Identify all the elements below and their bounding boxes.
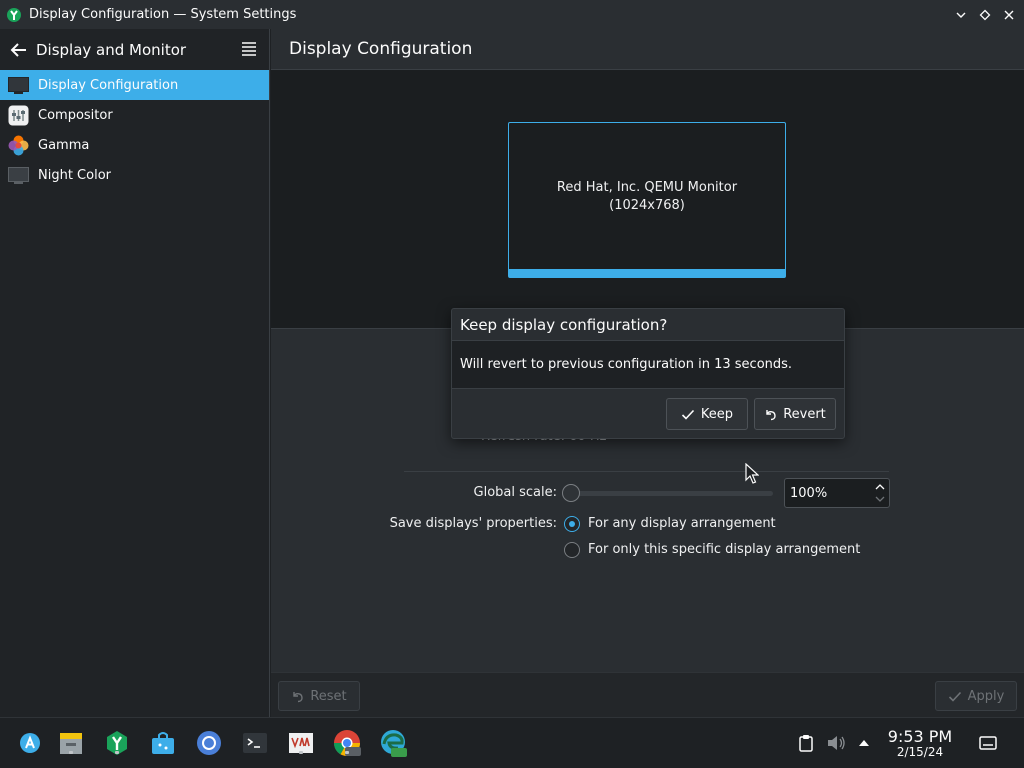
minimize-icon[interactable]: [954, 8, 968, 22]
sidebar-header: Display and Monitor: [0, 29, 269, 70]
save-properties-label: Save displays' properties:: [389, 516, 557, 531]
mouse-cursor-icon: [745, 462, 760, 485]
running-indicator: [345, 751, 349, 754]
window-titlebar: Display Configuration — System Settings: [0, 0, 1024, 29]
global-scale-slider-track[interactable]: [571, 491, 773, 496]
system-tray-expand-icon[interactable]: [854, 733, 874, 753]
gamma-icon: [8, 135, 29, 156]
system-settings-icon[interactable]: [102, 728, 132, 758]
reset-button[interactable]: Reset: [278, 681, 360, 711]
window-title: Display Configuration — System Settings: [29, 7, 297, 22]
spinbox-arrows-icon[interactable]: [874, 482, 886, 504]
compositor-icon: [8, 105, 29, 126]
sidebar-item-gamma[interactable]: Gamma: [0, 130, 269, 160]
chromium-icon[interactable]: [194, 728, 224, 758]
global-scale-label: Global scale:: [473, 485, 557, 500]
dialog-message: Will revert to previous configuration in…: [452, 341, 844, 389]
monitor-name-block: Red Hat, Inc. QEMU Monitor (1024x768): [509, 179, 785, 215]
keep-configuration-dialog: Keep display configuration? Will revert …: [451, 308, 845, 439]
edge-dev-icon[interactable]: [378, 728, 408, 758]
display-icon: [8, 75, 29, 96]
sidebar-item-night-color[interactable]: Night Color: [0, 160, 269, 190]
close-icon[interactable]: [1002, 8, 1016, 22]
apply-button-label: Apply: [967, 688, 1005, 704]
monitor-resolution: (1024x768): [609, 198, 685, 213]
sidebar: Display and Monitor Display Configuratio…: [0, 29, 270, 717]
running-indicator: [115, 751, 119, 754]
undo-icon: [293, 691, 304, 702]
page-title: Display Configuration: [271, 29, 1024, 70]
running-indicator: [299, 751, 303, 754]
sidebar-item-display-configuration[interactable]: Display Configuration: [0, 70, 269, 100]
check-icon: [948, 691, 961, 702]
radio-any-arrangement-label[interactable]: For any display arrangement: [588, 516, 776, 531]
taskbar: 9:53 PM 2/15/24: [0, 717, 1024, 768]
reset-button-label: Reset: [310, 688, 347, 704]
night-color-icon: [8, 165, 29, 186]
clock-time[interactable]: 9:53 PM: [880, 727, 960, 746]
footer-bar: Reset Apply: [271, 672, 1024, 717]
keep-button-label: Keep: [700, 406, 734, 422]
running-indicator: [69, 751, 73, 754]
maximize-icon[interactable]: [978, 8, 992, 22]
global-scale-value: 100%: [790, 485, 828, 501]
sidebar-item-label: Night Color: [38, 167, 111, 183]
clipboard-icon[interactable]: [796, 733, 816, 753]
radio-any-arrangement[interactable]: [564, 516, 580, 532]
window-controls: [954, 0, 1016, 29]
hamburger-menu-icon[interactable]: [241, 41, 257, 57]
monitor-tile[interactable]: Red Hat, Inc. QEMU Monitor (1024x768): [508, 122, 786, 278]
keep-button[interactable]: Keep: [666, 398, 748, 430]
global-scale-slider-handle[interactable]: [562, 484, 580, 502]
dialog-title: Keep display configuration?: [452, 309, 844, 341]
monitor-name: Red Hat, Inc. QEMU Monitor: [556, 180, 738, 195]
radio-specific-arrangement[interactable]: [564, 542, 580, 558]
global-scale-spinbox[interactable]: 100%: [784, 478, 890, 508]
sidebar-item-compositor[interactable]: Compositor: [0, 100, 269, 130]
apply-button[interactable]: Apply: [935, 681, 1017, 711]
check-icon: [681, 409, 695, 420]
undo-icon: [766, 409, 776, 420]
system-settings-app-icon: [6, 7, 22, 23]
settings-separator: [404, 471, 889, 472]
discover-store-icon[interactable]: [148, 728, 178, 758]
clock-date[interactable]: 2/15/24: [880, 745, 960, 759]
chrome-dev-icon[interactable]: [332, 728, 362, 758]
virt-manager-icon[interactable]: [286, 728, 316, 758]
sidebar-header-label: Display and Monitor: [36, 40, 187, 59]
volume-muted-icon[interactable]: [826, 733, 846, 753]
radio-specific-arrangement-label[interactable]: For only this specific display arrangeme…: [588, 542, 860, 557]
sidebar-item-label: Gamma: [38, 137, 90, 153]
display-arrangement-canvas[interactable]: Red Hat, Inc. QEMU Monitor (1024x768): [271, 70, 1024, 329]
sidebar-item-label: Display Configuration: [38, 77, 179, 93]
monitor-primary-bar: [509, 269, 785, 277]
show-desktop-icon[interactable]: [978, 733, 998, 753]
back-arrow-icon[interactable]: [9, 40, 29, 60]
revert-button[interactable]: Revert: [754, 398, 836, 430]
sidebar-item-label: Compositor: [38, 107, 113, 123]
terminal-icon[interactable]: [240, 728, 270, 758]
application-launcher-icon[interactable]: [15, 728, 45, 758]
file-manager-icon[interactable]: [56, 728, 86, 758]
revert-button-label: Revert: [783, 406, 826, 422]
